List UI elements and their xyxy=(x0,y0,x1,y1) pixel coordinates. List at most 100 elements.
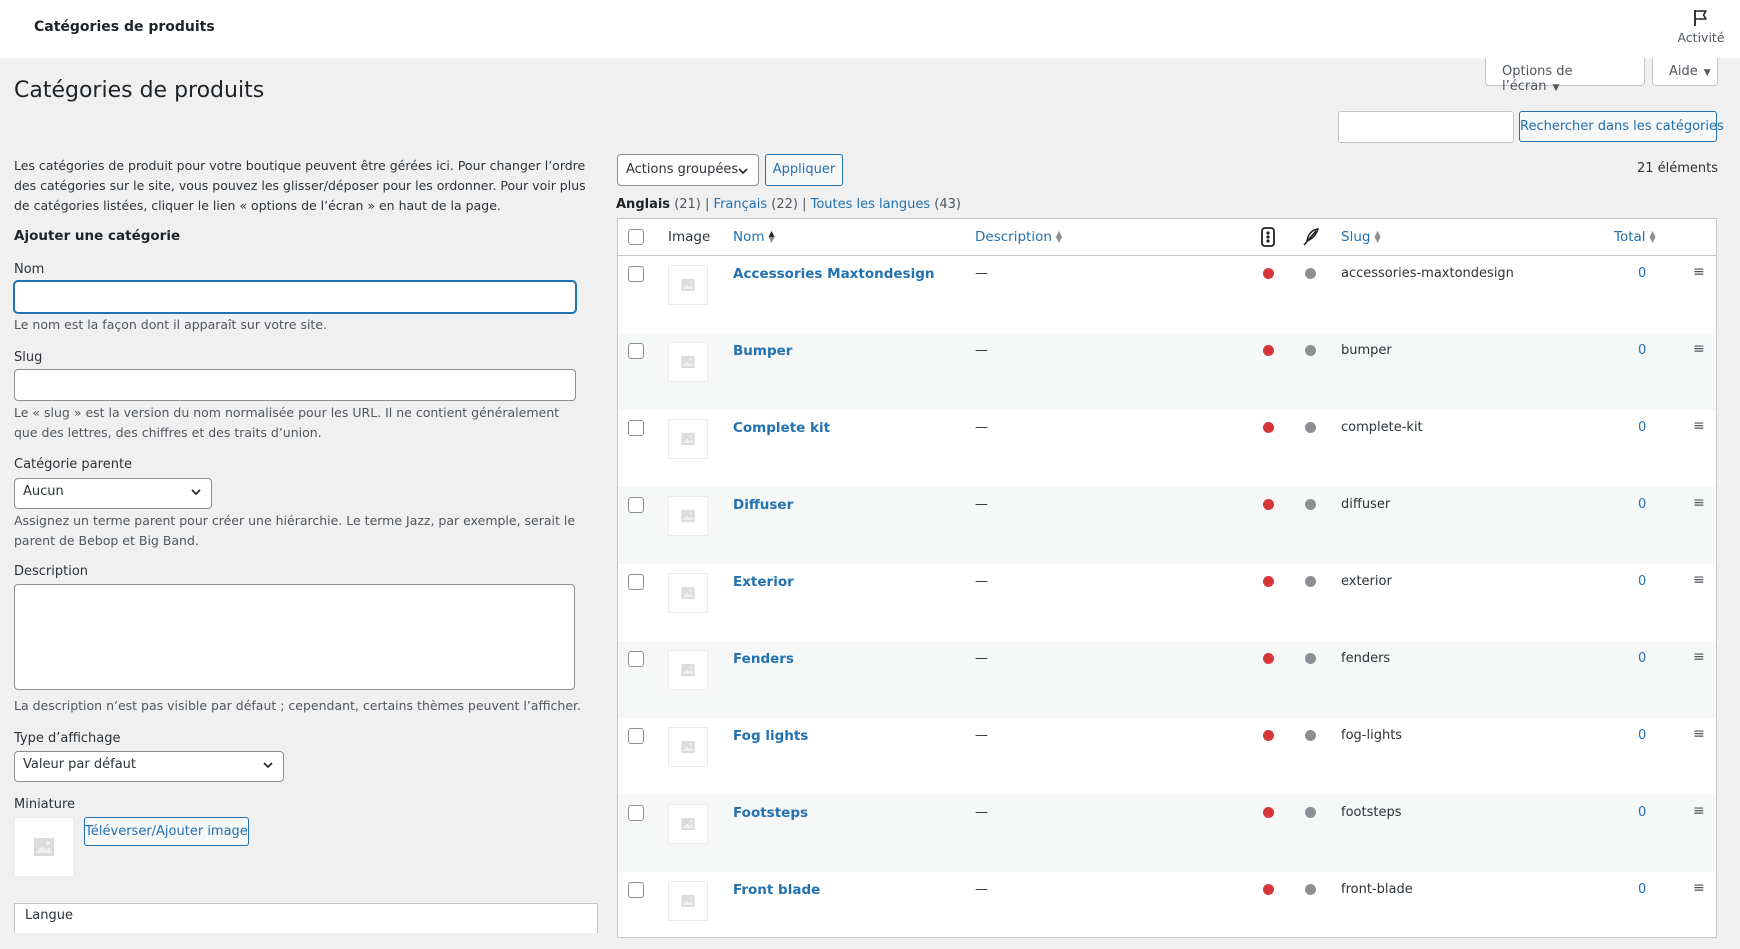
image-placeholder-icon xyxy=(681,818,695,830)
filter-french[interactable]: Français xyxy=(714,197,768,212)
category-total-link[interactable]: 0 xyxy=(1638,728,1646,743)
drag-handle-icon[interactable]: ≡ xyxy=(1693,649,1705,665)
category-name-link[interactable]: Footsteps xyxy=(733,805,808,821)
status-dot-red-icon[interactable] xyxy=(1263,499,1274,510)
row-checkbox[interactable] xyxy=(628,882,644,898)
column-slug[interactable]: Slug ▲ ▼ xyxy=(1341,229,1381,245)
activity-button[interactable]: Activité xyxy=(1676,8,1726,45)
status-dot-red-icon[interactable] xyxy=(1263,653,1274,664)
description-field[interactable] xyxy=(14,584,575,690)
category-total-link[interactable]: 0 xyxy=(1638,266,1646,281)
category-slug: fog-lights xyxy=(1341,728,1403,743)
display-type-select[interactable]: Valeur par défaut xyxy=(14,751,284,782)
status-dot-red-icon[interactable] xyxy=(1263,268,1274,279)
status-dot-red-icon[interactable] xyxy=(1263,807,1274,818)
column-total[interactable]: Total ▲ ▼ xyxy=(1614,229,1656,245)
category-name-link[interactable]: Complete kit xyxy=(733,420,830,436)
drag-handle-icon[interactable]: ≡ xyxy=(1693,880,1705,896)
table-row: Complete kit — complete-kit 0 ≡ xyxy=(618,410,1716,487)
category-total-link[interactable]: 0 xyxy=(1638,651,1646,666)
row-checkbox[interactable] xyxy=(628,574,644,590)
category-name-link[interactable]: Fenders xyxy=(733,651,794,667)
category-description: — xyxy=(975,266,988,281)
row-checkbox[interactable] xyxy=(628,420,644,436)
filter-english-count: (21) xyxy=(674,197,701,212)
category-name-link[interactable]: Fog lights xyxy=(733,728,808,744)
parent-category-value: Aucun xyxy=(23,484,64,499)
name-field[interactable] xyxy=(14,281,576,313)
image-placeholder-icon xyxy=(681,356,695,368)
category-thumbnail xyxy=(668,342,708,382)
image-placeholder-icon xyxy=(681,741,695,753)
top-bar: Catégories de produits Activité xyxy=(0,0,1740,58)
row-checkbox[interactable] xyxy=(628,805,644,821)
select-all-checkbox[interactable] xyxy=(628,229,644,245)
status-dot-grey-icon[interactable] xyxy=(1305,807,1316,818)
table-row: Footsteps — footsteps 0 ≡ xyxy=(618,795,1716,872)
filter-all-languages[interactable]: Toutes les langues xyxy=(811,197,931,212)
drag-handle-icon[interactable]: ≡ xyxy=(1693,418,1705,434)
search-button[interactable]: Rechercher dans les catégories xyxy=(1519,111,1724,142)
category-thumbnail xyxy=(668,727,708,767)
parent-category-select[interactable]: Aucun xyxy=(14,478,212,509)
row-checkbox[interactable] xyxy=(628,497,644,513)
drag-handle-icon[interactable]: ≡ xyxy=(1693,341,1705,357)
category-total-link[interactable]: 0 xyxy=(1638,497,1646,512)
status-dot-grey-icon[interactable] xyxy=(1305,653,1316,664)
bulk-actions-label: Actions groupées xyxy=(626,162,739,177)
status-dot-grey-icon[interactable] xyxy=(1305,268,1316,279)
status-dot-grey-icon[interactable] xyxy=(1305,422,1316,433)
filter-french-count: (22) xyxy=(771,197,798,212)
category-total-link[interactable]: 0 xyxy=(1638,574,1646,589)
drag-handle-icon[interactable]: ≡ xyxy=(1693,495,1705,511)
status-dot-grey-icon[interactable] xyxy=(1305,730,1316,741)
help-button[interactable]: Aide ▼ xyxy=(1652,58,1718,86)
language-label: Langue xyxy=(25,908,73,923)
status-dot-grey-icon[interactable] xyxy=(1305,884,1316,895)
status-dot-red-icon[interactable] xyxy=(1263,422,1274,433)
category-slug: accessories-maxtondesign xyxy=(1341,266,1514,281)
row-checkbox[interactable] xyxy=(628,266,644,282)
intro-text: Les catégories de produit pour votre bou… xyxy=(14,158,586,213)
category-total-link[interactable]: 0 xyxy=(1638,343,1646,358)
screen-options-button[interactable]: Options de l’écran ▼ xyxy=(1485,58,1645,94)
bulk-actions-select[interactable]: Actions groupées xyxy=(617,154,759,186)
row-checkbox[interactable] xyxy=(628,343,644,359)
category-name-link[interactable]: Accessories Maxtondesign xyxy=(733,266,934,282)
category-slug: diffuser xyxy=(1341,497,1391,512)
filter-english[interactable]: Anglais xyxy=(616,197,670,212)
status-dot-red-icon[interactable] xyxy=(1263,730,1274,741)
category-name-link[interactable]: Exterior xyxy=(733,574,794,590)
caret-down-icon: ▼ xyxy=(1552,83,1560,93)
category-total-link[interactable]: 0 xyxy=(1638,805,1646,820)
status-dot-red-icon[interactable] xyxy=(1263,345,1274,356)
search-input[interactable] xyxy=(1338,111,1514,143)
category-name-link[interactable]: Bumper xyxy=(733,343,792,359)
category-thumbnail xyxy=(668,573,708,613)
category-thumbnail xyxy=(668,804,708,844)
upload-image-button[interactable]: Téléverser/Ajouter image xyxy=(84,817,249,846)
drag-handle-icon[interactable]: ≡ xyxy=(1693,572,1705,588)
category-name-link[interactable]: Diffuser xyxy=(733,497,793,513)
row-checkbox[interactable] xyxy=(628,728,644,744)
drag-handle-icon[interactable]: ≡ xyxy=(1693,726,1705,742)
category-total-link[interactable]: 0 xyxy=(1638,882,1646,897)
status-dot-red-icon[interactable] xyxy=(1263,576,1274,587)
slug-label: Slug xyxy=(14,350,43,365)
slug-field[interactable] xyxy=(14,369,576,401)
row-checkbox[interactable] xyxy=(628,651,644,667)
status-dot-red-icon[interactable] xyxy=(1263,884,1274,895)
column-description[interactable]: Description ▲ ▼ xyxy=(975,229,1062,245)
category-slug: bumper xyxy=(1341,343,1392,358)
category-thumbnail xyxy=(668,419,708,459)
category-name-link[interactable]: Front blade xyxy=(733,882,820,898)
status-dot-grey-icon[interactable] xyxy=(1305,345,1316,356)
drag-handle-icon[interactable]: ≡ xyxy=(1693,264,1705,280)
column-name[interactable]: Nom ▲ ▼ xyxy=(733,229,775,245)
description-help: La description n’est pas visible par déf… xyxy=(14,698,581,713)
status-dot-grey-icon[interactable] xyxy=(1305,499,1316,510)
drag-handle-icon[interactable]: ≡ xyxy=(1693,803,1705,819)
category-total-link[interactable]: 0 xyxy=(1638,420,1646,435)
status-dot-grey-icon[interactable] xyxy=(1305,576,1316,587)
apply-button[interactable]: Appliquer xyxy=(765,154,843,186)
